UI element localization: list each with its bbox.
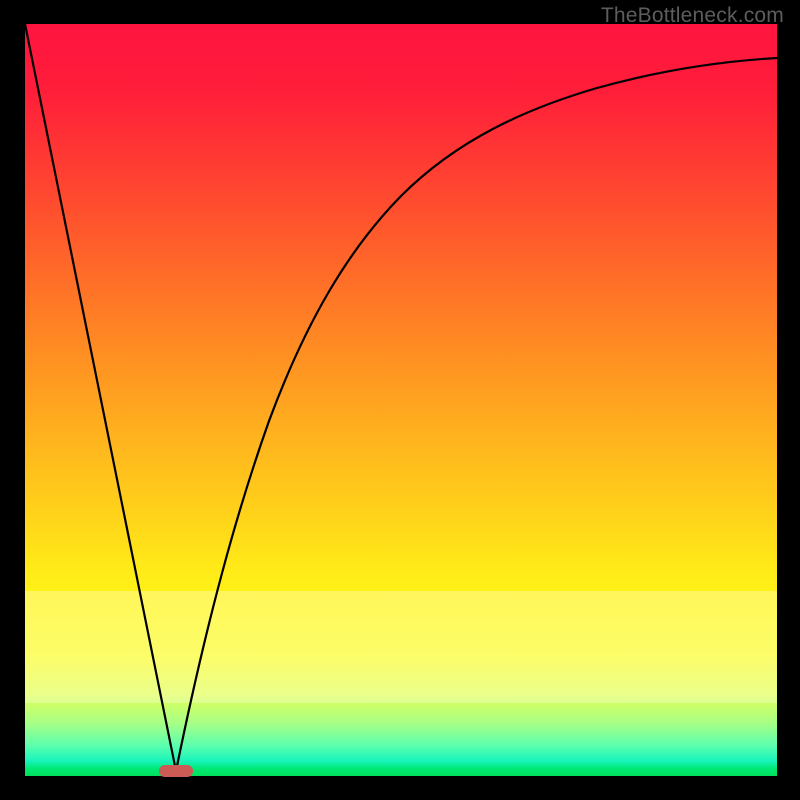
bottleneck-marker <box>159 765 193 777</box>
right-curve <box>176 58 777 771</box>
curve-layer <box>25 24 777 776</box>
watermark-text: TheBottleneck.com <box>601 4 784 28</box>
left-line <box>25 24 176 771</box>
chart-frame: TheBottleneck.com <box>0 0 800 800</box>
